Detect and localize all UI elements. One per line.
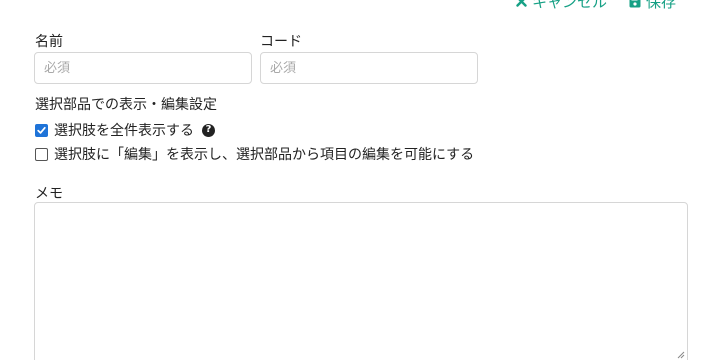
- memo-textarea[interactable]: [34, 202, 688, 360]
- enable-edit-label[interactable]: 選択肢に「編集」を表示し、選択部品から項目の編集を可能にする: [54, 144, 474, 164]
- enable-edit-row: 選択肢に「編集」を表示し、選択部品から項目の編集を可能にする: [35, 144, 474, 164]
- name-input[interactable]: [34, 52, 252, 84]
- save-icon: [629, 0, 641, 7]
- edit-form-panel: キャンセル 保存 名前 コード 選択部品での表示・編集設定 選択肢を全件表示する…: [0, 0, 720, 360]
- save-label: 保存: [645, 0, 676, 11]
- enable-edit-checkbox[interactable]: [35, 147, 48, 161]
- header-actions: キャンセル 保存: [516, 0, 676, 12]
- question-circle-icon[interactable]: ?: [202, 123, 215, 137]
- check-icon: [37, 126, 46, 134]
- memo-label: メモ: [35, 186, 63, 202]
- close-icon: [516, 0, 527, 7]
- display-settings-title: 選択部品での表示・編集設定: [35, 97, 217, 113]
- code-field-label: コード: [260, 34, 302, 50]
- show-all-options-checkbox[interactable]: [35, 123, 48, 137]
- resize-handle-icon[interactable]: [676, 350, 685, 359]
- name-field-label: 名前: [35, 34, 63, 50]
- show-all-options-row: 選択肢を全件表示する ?: [35, 120, 215, 140]
- cancel-label: キャンセル: [531, 0, 607, 11]
- code-input[interactable]: [260, 52, 478, 84]
- save-button[interactable]: 保存: [629, 0, 676, 12]
- show-all-options-label[interactable]: 選択肢を全件表示する: [54, 120, 194, 140]
- cancel-button[interactable]: キャンセル: [516, 0, 607, 12]
